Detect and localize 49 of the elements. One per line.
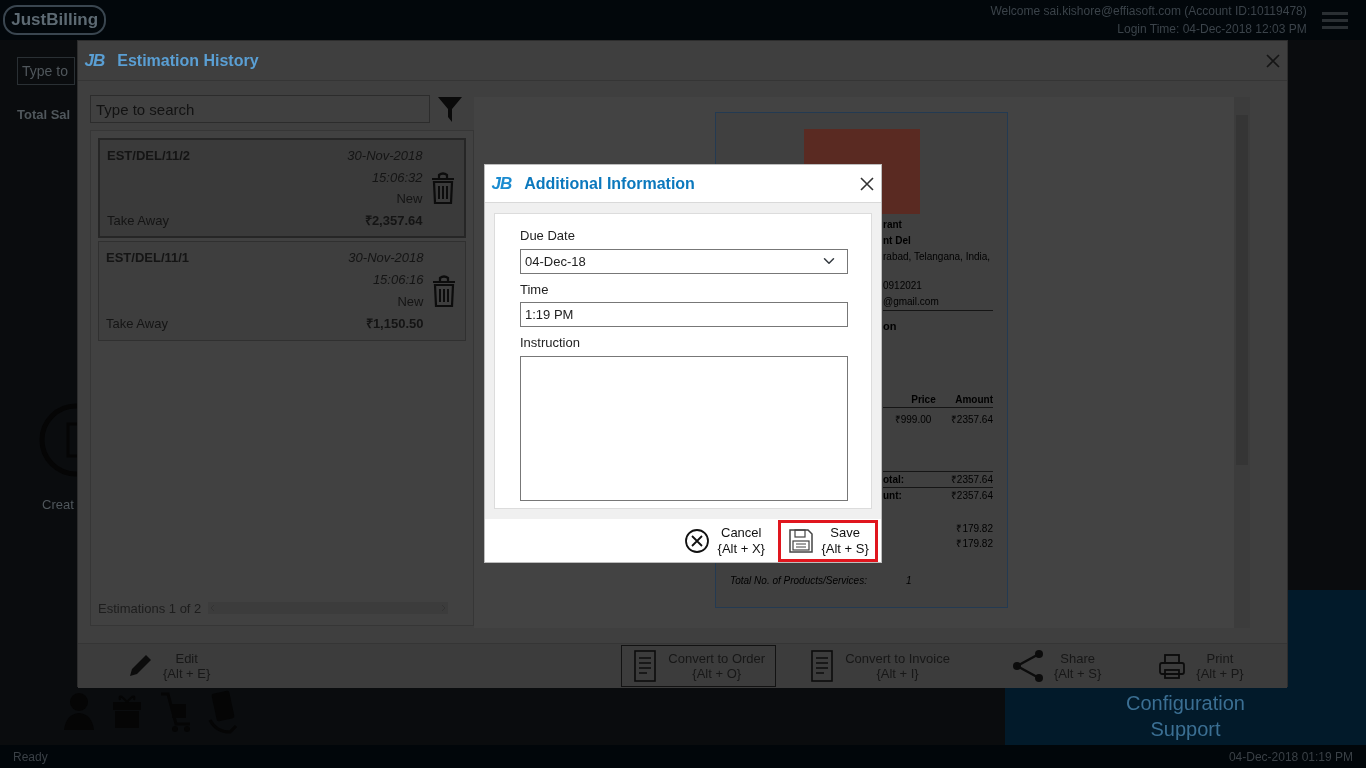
printer-icon bbox=[1158, 652, 1187, 680]
document-icon bbox=[809, 649, 836, 683]
menu-item[interactable]: Support bbox=[1005, 715, 1366, 742]
tax-value: ₹179.82 bbox=[956, 521, 993, 536]
total-sales-label: Total Sal bbox=[17, 106, 71, 124]
window-title: Estimation History bbox=[117, 50, 260, 71]
close-icon[interactable] bbox=[858, 175, 875, 192]
product-count-value: 1 bbox=[905, 573, 912, 588]
column-header: Amount bbox=[955, 393, 993, 408]
document-title: on bbox=[883, 318, 898, 334]
table-cell-text: ₹999.00 bbox=[894, 412, 932, 427]
table-cell-text: ₹2357.64 bbox=[950, 412, 993, 427]
time-field[interactable]: 1:19 PM bbox=[520, 302, 848, 327]
dialog-title: Additional Information bbox=[524, 173, 696, 194]
menu-item[interactable]: Configuration bbox=[1005, 689, 1366, 716]
app-logo: JB bbox=[491, 172, 512, 195]
total-value: ₹2357.64 bbox=[950, 472, 993, 487]
tax-value: ₹179.82 bbox=[956, 536, 993, 551]
trash-icon[interactable] bbox=[430, 274, 458, 308]
store-info-text: rabad, Telangana, India, bbox=[883, 250, 992, 265]
total-value: ₹2357.64 bbox=[950, 488, 993, 503]
trash-icon[interactable] bbox=[429, 171, 457, 205]
field-label: Time bbox=[520, 280, 550, 299]
field-label: Instruction bbox=[520, 334, 581, 352]
pencil-icon bbox=[127, 653, 153, 679]
store-info-text: nt Del bbox=[883, 234, 912, 249]
welcome-text: Welcome sai.kishore@effiasoft.com (Account ID:10119478) bbox=[990, 3, 1307, 20]
save-button[interactable]: Save {Alt + S} bbox=[778, 520, 878, 562]
total-label: unt: bbox=[883, 488, 902, 503]
instruction-field[interactable] bbox=[520, 355, 848, 501]
status-text: Ready bbox=[13, 748, 48, 766]
column-header: Price bbox=[911, 393, 936, 408]
store-info-text: rant bbox=[883, 218, 903, 233]
share-icon bbox=[1011, 649, 1044, 683]
status-datetime: 04-Dec-2018 01:19 PM bbox=[1228, 748, 1353, 766]
store-info-text: 0912021 bbox=[883, 279, 923, 294]
field-label: Due Date bbox=[520, 227, 576, 245]
search-field[interactable]: Type to bbox=[17, 57, 75, 85]
product-count-label: Total No. of Products/Services: bbox=[730, 573, 867, 588]
app-logo: JB bbox=[84, 49, 105, 72]
due-date-dropdown[interactable]: 04-Dec-18 bbox=[520, 248, 848, 274]
create-label: Creat bbox=[42, 496, 74, 514]
document-icon bbox=[632, 649, 659, 683]
login-time: Login Time: 04-Dec-2018 12:03 PM bbox=[1117, 21, 1307, 38]
total-label: otal: bbox=[883, 472, 905, 487]
store-info-text: @gmail.com bbox=[883, 295, 940, 310]
app-logo: JustBilling bbox=[3, 5, 107, 35]
menu-icon[interactable] bbox=[1319, 9, 1350, 31]
filter-icon[interactable] bbox=[436, 95, 463, 123]
